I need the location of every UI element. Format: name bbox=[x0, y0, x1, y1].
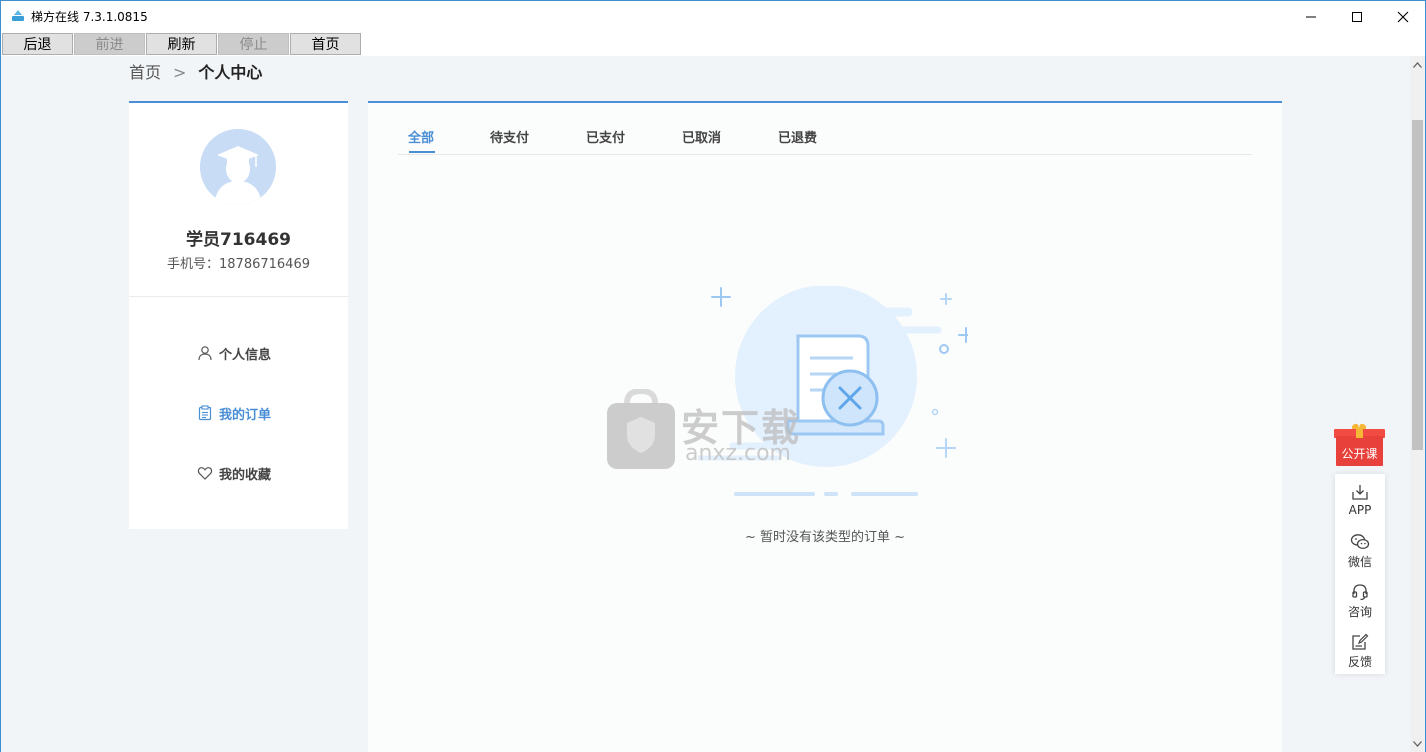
heart-icon bbox=[197, 467, 213, 480]
watermark-bag-icon bbox=[607, 389, 675, 469]
floating-toolbar: APP 微信 咨询 反馈 bbox=[1335, 474, 1385, 674]
stop-button[interactable]: 停止 bbox=[218, 33, 289, 55]
feedback-icon bbox=[1352, 633, 1369, 650]
divider bbox=[129, 296, 348, 297]
open-course-button[interactable]: 公开课 bbox=[1333, 421, 1386, 467]
menu-item-my-orders[interactable]: 我的订单 bbox=[197, 402, 317, 424]
tab-pending-payment[interactable]: 待支付 bbox=[490, 127, 529, 146]
user-phone: 手机号：18786716469 bbox=[129, 253, 348, 272]
feedback-button[interactable]: 反馈 bbox=[1335, 628, 1385, 676]
back-button[interactable]: 后退 bbox=[2, 33, 73, 55]
menu-item-personal-info[interactable]: 个人信息 bbox=[197, 342, 317, 364]
menu-item-label: 个人信息 bbox=[219, 347, 272, 363]
close-button[interactable] bbox=[1380, 1, 1426, 32]
scroll-up-button[interactable] bbox=[1410, 56, 1425, 73]
menu-item-favorites[interactable]: 我的收藏 bbox=[197, 462, 317, 484]
watermark-text-en: anxz.com bbox=[685, 441, 791, 466]
user-icon bbox=[198, 346, 212, 361]
app-window: 梯方在线 7.3.1.0815 后退 前进 刷新 停止 首页 首页 > 个人中心 bbox=[0, 0, 1426, 752]
breadcrumb-home[interactable]: 首页 bbox=[129, 63, 161, 82]
scroll-down-button[interactable] bbox=[1410, 735, 1425, 752]
headset-icon bbox=[1352, 584, 1368, 601]
clipboard-icon bbox=[198, 405, 212, 421]
phone-label: 手机号： bbox=[167, 257, 220, 272]
tab-cancelled[interactable]: 已取消 bbox=[682, 127, 721, 146]
wechat-icon bbox=[1350, 534, 1370, 550]
active-tab-indicator bbox=[409, 151, 435, 153]
browser-toolbar: 后退 前进 刷新 停止 首页 bbox=[1, 32, 1425, 56]
home-button[interactable]: 首页 bbox=[290, 33, 361, 55]
orders-panel: 全部 待支付 已支付 已取消 已退费 ~ 暂时没有该类型的订单 ~ bbox=[368, 101, 1282, 752]
minimize-icon bbox=[1306, 16, 1316, 17]
consult-label: 咨询 bbox=[1347, 605, 1372, 619]
profile-card: 学员716469 手机号：18786716469 个人信息 我的订单 我的收藏 bbox=[129, 101, 348, 529]
maximize-button[interactable] bbox=[1334, 1, 1380, 32]
scrollbar-thumb[interactable] bbox=[1412, 120, 1423, 450]
breadcrumb: 首页 > 个人中心 bbox=[129, 59, 262, 83]
page-content: 首页 > 个人中心 学员716469 手机号：18786716469 个人信息 … bbox=[1, 56, 1410, 752]
order-tabs: 全部 待支付 已支付 已取消 已退费 bbox=[398, 103, 1252, 155]
breadcrumb-current: 个人中心 bbox=[198, 63, 263, 82]
open-course-label: 公开课 bbox=[1341, 447, 1378, 461]
vertical-scrollbar[interactable] bbox=[1410, 56, 1425, 752]
wechat-button[interactable]: 微信 bbox=[1335, 528, 1385, 576]
refresh-button[interactable]: 刷新 bbox=[146, 33, 217, 55]
close-icon bbox=[1397, 11, 1409, 22]
graduate-avatar-icon bbox=[200, 129, 276, 205]
tab-paid[interactable]: 已支付 bbox=[586, 127, 625, 146]
user-name: 学员716469 bbox=[186, 230, 291, 250]
menu-item-label: 我的订单 bbox=[219, 407, 272, 423]
chevron-up-icon bbox=[1413, 61, 1422, 68]
breadcrumb-separator: > bbox=[173, 63, 187, 82]
watermark: 安下载 anxz.com bbox=[605, 389, 825, 471]
chevron-down-icon bbox=[1413, 740, 1422, 747]
title-bar: 梯方在线 7.3.1.0815 bbox=[1, 1, 1425, 32]
avatar bbox=[200, 129, 276, 205]
consult-button[interactable]: 咨询 bbox=[1335, 578, 1385, 626]
phone-number: 18786716469 bbox=[219, 257, 310, 272]
empty-orders-message: ~ 暂时没有该类型的订单 ~ bbox=[744, 530, 906, 545]
forward-button[interactable]: 前进 bbox=[74, 33, 145, 55]
minimize-button[interactable] bbox=[1288, 1, 1334, 32]
app-download-button[interactable]: APP bbox=[1335, 478, 1385, 526]
window-title: 梯方在线 7.3.1.0815 bbox=[31, 10, 148, 24]
maximize-icon bbox=[1352, 11, 1362, 22]
app-logo-icon bbox=[12, 10, 24, 21]
feedback-label: 反馈 bbox=[1347, 655, 1372, 669]
tab-all[interactable]: 全部 bbox=[408, 127, 434, 146]
menu-item-label: 我的收藏 bbox=[219, 467, 272, 483]
tab-refunded[interactable]: 已退费 bbox=[778, 127, 817, 146]
wechat-label: 微信 bbox=[1347, 555, 1372, 569]
app-label: APP bbox=[1348, 503, 1372, 517]
download-icon bbox=[1352, 485, 1368, 500]
